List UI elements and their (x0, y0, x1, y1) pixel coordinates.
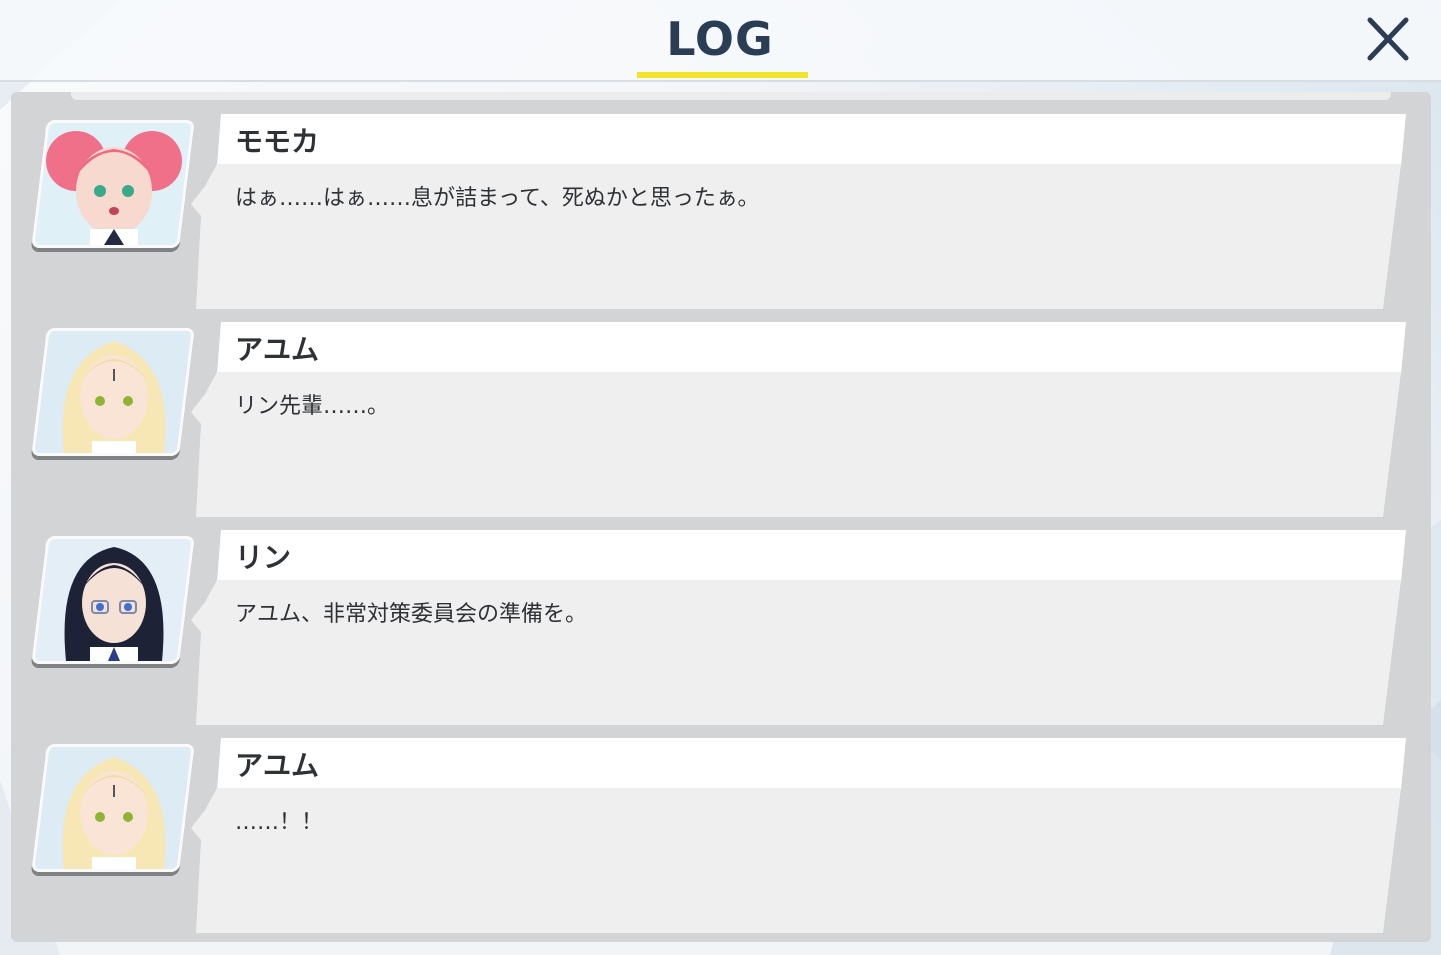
speaker-name: リン (235, 541, 292, 574)
close-button[interactable] (1360, 12, 1416, 68)
speaker-name: アユム (235, 333, 320, 366)
character-avatar (34, 123, 194, 245)
rin-portrait (31, 536, 195, 664)
log-title: LOG (666, 12, 774, 66)
character-avatar (34, 539, 194, 661)
log-entry: リン アユム、非常対策委員会の準備を。 (11, 508, 1431, 725)
ayumu-portrait (31, 744, 195, 872)
log-panel[interactable]: モモカ はぁ……はぁ……息が詰まって、死ぬかと思ったぁ。 アユム リン先輩……。… (11, 92, 1431, 942)
dialogue-bubble: アユム ……！！ (191, 738, 1406, 933)
dialogue-bubble: アユム リン先輩……。 (191, 322, 1406, 517)
bubble-shape (191, 738, 1406, 933)
dialogue-text: はぁ……はぁ……息が詰まって、死ぬかと思ったぁ。 (235, 186, 760, 211)
dialogue-text: リン先輩……。 (235, 394, 390, 419)
log-entry: アユム リン先輩……。 (11, 300, 1431, 517)
character-avatar (34, 331, 194, 453)
log-entry: アユム ……！！ (11, 716, 1431, 933)
character-avatar (34, 747, 194, 869)
dialogue-text: ……！！ (235, 810, 324, 835)
ayumu-portrait (31, 328, 195, 456)
log-entry: モモカ はぁ……はぁ……息が詰まって、死ぬかと思ったぁ。 (11, 92, 1431, 309)
speaker-name: モモカ (235, 125, 320, 158)
dialogue-text: アユム、非常対策委員会の準備を。 (235, 602, 588, 627)
momoka-portrait (31, 120, 195, 248)
title-underline (637, 72, 808, 78)
speaker-name: アユム (235, 749, 320, 782)
log-header: LOG (0, 0, 1441, 82)
dialogue-bubble: リン アユム、非常対策委員会の準備を。 (191, 530, 1406, 725)
dialogue-bubble: モモカ はぁ……はぁ……息が詰まって、死ぬかと思ったぁ。 (191, 114, 1406, 309)
close-icon (1367, 17, 1409, 61)
